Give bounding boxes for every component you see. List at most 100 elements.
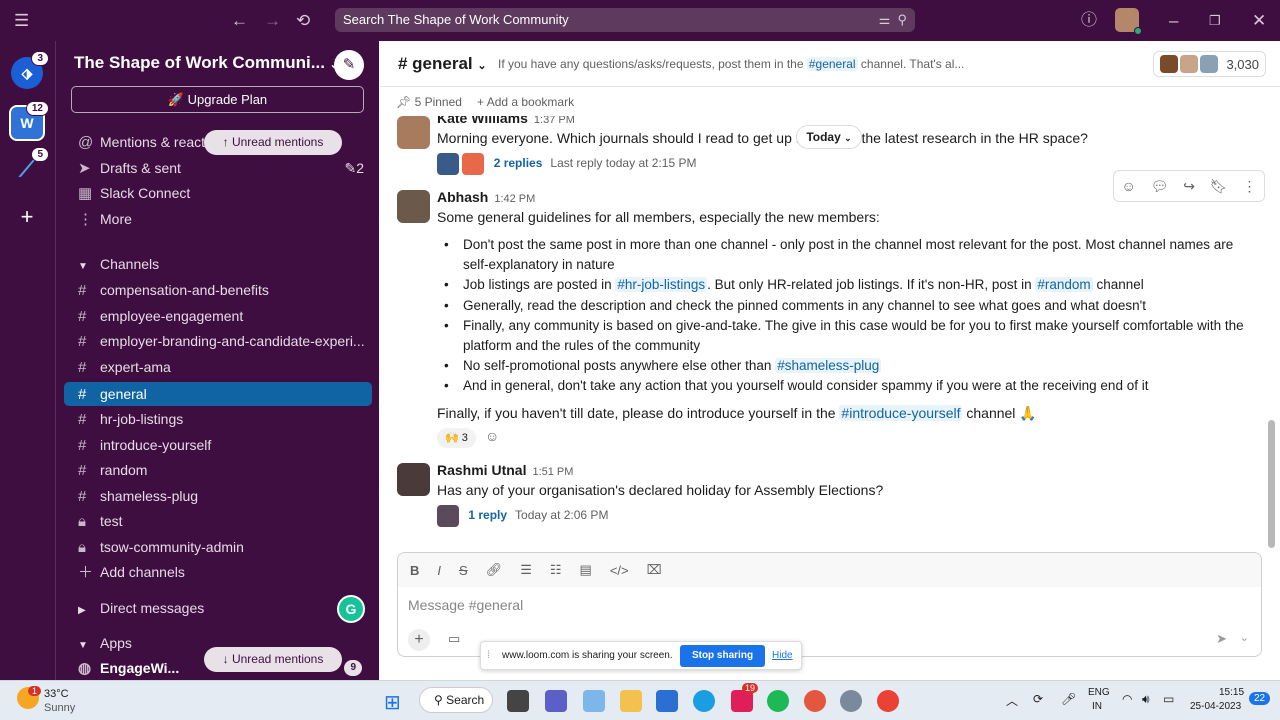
restore-icon[interactable]: ❐ xyxy=(1209,0,1221,41)
channel-topic[interactable]: If you have any questions/asks/requests,… xyxy=(498,57,964,71)
blockquote-icon[interactable]: ▤ xyxy=(580,562,592,578)
channel-item[interactable]: # random xyxy=(64,458,372,482)
tray-chevron-icon[interactable]: ︿ xyxy=(1006,692,1018,709)
teams-icon[interactable] xyxy=(545,690,567,712)
task-view-icon[interactable] xyxy=(507,690,529,712)
workspace-1[interactable]: ⬗ 3 xyxy=(11,51,49,89)
reaction-button[interactable]: 🙌 3 xyxy=(437,428,476,448)
bookmark-icon[interactable]: 🔖︎ xyxy=(1210,178,1228,195)
compose-icon[interactable]: ✎ xyxy=(334,50,364,80)
sidebar-item-slack-connect[interactable]: ▦ Slack Connect xyxy=(64,181,372,205)
link-icon[interactable]: 🔗︎ xyxy=(486,562,503,578)
stop-sharing-button[interactable]: Stop sharing xyxy=(680,645,765,667)
unread-mentions-bottom-button[interactable]: ↓ Unread mentions xyxy=(204,647,342,672)
message-author[interactable]: Kate Williams 1:37 PM xyxy=(437,116,575,126)
channel-link[interactable]: #introduce-yourself xyxy=(839,405,963,421)
close-icon[interactable]: ✕ xyxy=(1252,0,1266,41)
spotify-icon[interactable] xyxy=(767,690,789,712)
add-reaction-icon[interactable]: ☺ xyxy=(485,428,499,444)
send-options-icon[interactable]: ⌄ xyxy=(1240,631,1249,644)
message-time[interactable]: 1:37 PM xyxy=(534,116,575,126)
thread-replies[interactable]: 2 replies Last reply today at 2:15 PM xyxy=(437,153,696,175)
grammarly-icon[interactable]: G xyxy=(337,595,365,623)
channel-link[interactable]: #hr-job-listings xyxy=(615,277,708,292)
filter-icon[interactable]: ⚌ xyxy=(879,12,891,27)
history-icon[interactable]: ⟲ xyxy=(296,0,310,41)
replies-count[interactable]: 1 reply xyxy=(468,508,507,522)
upgrade-plan-button[interactable]: 🚀 Upgrade Plan xyxy=(71,86,364,113)
add-workspace-icon[interactable]: + xyxy=(11,201,43,233)
topic-channel-link[interactable]: #general xyxy=(806,57,858,71)
clock-time[interactable]: 15:15 xyxy=(1219,687,1244,698)
back-arrow-icon[interactable]: ← xyxy=(231,0,248,41)
snipping-tool-icon[interactable] xyxy=(583,690,605,712)
language-code[interactable]: ENG xyxy=(1088,687,1110,698)
replies-count[interactable]: 2 replies xyxy=(494,156,543,170)
add-channels-button[interactable]: ＋ Add channels xyxy=(64,560,372,584)
more-actions-icon[interactable]: ⋮ xyxy=(1243,178,1257,195)
attach-plus-icon[interactable]: + xyxy=(408,629,430,651)
thread-replies[interactable]: 1 reply Today at 2:06 PM xyxy=(437,505,608,527)
drag-handle-icon[interactable]: ⁞ xyxy=(487,642,490,669)
windows-start-icon[interactable]: ⊞ xyxy=(384,690,401,715)
loom-icon[interactable] xyxy=(804,690,826,712)
add-reaction-icon[interactable]: ☺ xyxy=(1121,178,1135,194)
italic-icon[interactable]: I xyxy=(437,563,441,578)
channel-item[interactable]: 🔒︎ test xyxy=(64,509,372,533)
pinned-button[interactable]: 📌︎ 5 Pinned xyxy=(396,88,462,116)
author-avatar[interactable] xyxy=(397,116,430,149)
volume-icon[interactable]: 🔊︎ xyxy=(1142,692,1150,707)
channel-item[interactable]: # introduce-yourself xyxy=(64,433,372,457)
store-icon[interactable] xyxy=(656,690,678,712)
minimize-icon[interactable]: – xyxy=(1169,0,1178,41)
hide-link[interactable]: Hide xyxy=(772,642,793,669)
apps-section-header[interactable]: ▼ Apps xyxy=(64,631,132,658)
edge-icon[interactable] xyxy=(693,690,715,712)
channel-item-active[interactable]: # general xyxy=(64,382,372,406)
help-icon[interactable]: ⓘ xyxy=(1081,0,1097,41)
message-author[interactable]: Abhash 1:42 PM xyxy=(437,189,535,205)
mic-icon[interactable]: 🎤︎ xyxy=(1061,692,1076,706)
date-divider-button[interactable]: Today ⌄ xyxy=(796,125,862,149)
file-explorer-icon[interactable] xyxy=(620,690,642,712)
reply-thread-icon[interactable]: 💬︎ xyxy=(1151,178,1169,195)
members-button[interactable]: 3,030 xyxy=(1153,51,1266,77)
share-icon[interactable]: ↪ xyxy=(1183,178,1195,195)
unread-mentions-top-button[interactable]: ↑ Unread mentions xyxy=(204,130,342,155)
workspace-3[interactable]: ⟋ 5 xyxy=(11,147,49,185)
slack-icon[interactable] xyxy=(731,690,753,712)
video-icon[interactable]: ▭ xyxy=(448,631,460,647)
code-icon[interactable]: </> xyxy=(610,563,629,578)
author-avatar[interactable] xyxy=(397,463,430,496)
author-avatar[interactable] xyxy=(397,190,430,223)
message-author[interactable]: Rashmi Utnal 1:51 PM xyxy=(437,462,573,478)
search-input[interactable]: Search The Shape of Work Community ⚌ ⚲ xyxy=(335,8,915,32)
sidebar-item-drafts[interactable]: ➤ Drafts & sent ✎2 xyxy=(64,156,372,180)
language-region[interactable]: IN xyxy=(1092,701,1102,712)
bold-icon[interactable]: B xyxy=(410,563,419,578)
forward-arrow-icon[interactable]: → xyxy=(264,0,281,41)
workspace-name[interactable]: The Shape of Work Communi... ⌄ xyxy=(74,53,339,73)
sidebar-item-more[interactable]: ⋮ More xyxy=(64,207,372,231)
taskbar-search-button[interactable]: ⚲ Search xyxy=(419,687,493,713)
message-input[interactable]: Message #general xyxy=(408,597,523,613)
message-time[interactable]: 1:51 PM xyxy=(532,466,573,478)
settings-icon[interactable] xyxy=(840,690,862,712)
channel-item[interactable]: # employee-engagement xyxy=(64,304,372,328)
battery-icon[interactable]: ▭ xyxy=(1163,692,1174,706)
channel-item[interactable]: # hr-job-listings xyxy=(64,407,372,431)
wifi-icon[interactable]: ◠ xyxy=(1122,692,1132,706)
code-block-icon[interactable]: ⌧ xyxy=(647,562,662,578)
direct-messages-section-header[interactable]: ▶ Direct messages xyxy=(64,596,204,623)
notification-badge[interactable]: 22 xyxy=(1249,692,1271,705)
send-icon[interactable]: ➤ xyxy=(1216,631,1227,647)
clock-date[interactable]: 25-04-2023 xyxy=(1190,701,1241,712)
bullet-list-icon[interactable]: ☷ xyxy=(550,562,562,578)
scrollbar[interactable] xyxy=(1268,420,1275,548)
message-time[interactable]: 1:42 PM xyxy=(494,193,535,205)
ordered-list-icon[interactable]: ☰ xyxy=(520,562,532,578)
add-bookmark-button[interactable]: + Add a bookmark xyxy=(477,88,574,116)
channel-item[interactable]: # shameless-plug xyxy=(64,484,372,508)
sync-icon[interactable]: ⟳ xyxy=(1033,692,1043,706)
channel-link[interactable]: #shameless-plug xyxy=(775,358,882,373)
